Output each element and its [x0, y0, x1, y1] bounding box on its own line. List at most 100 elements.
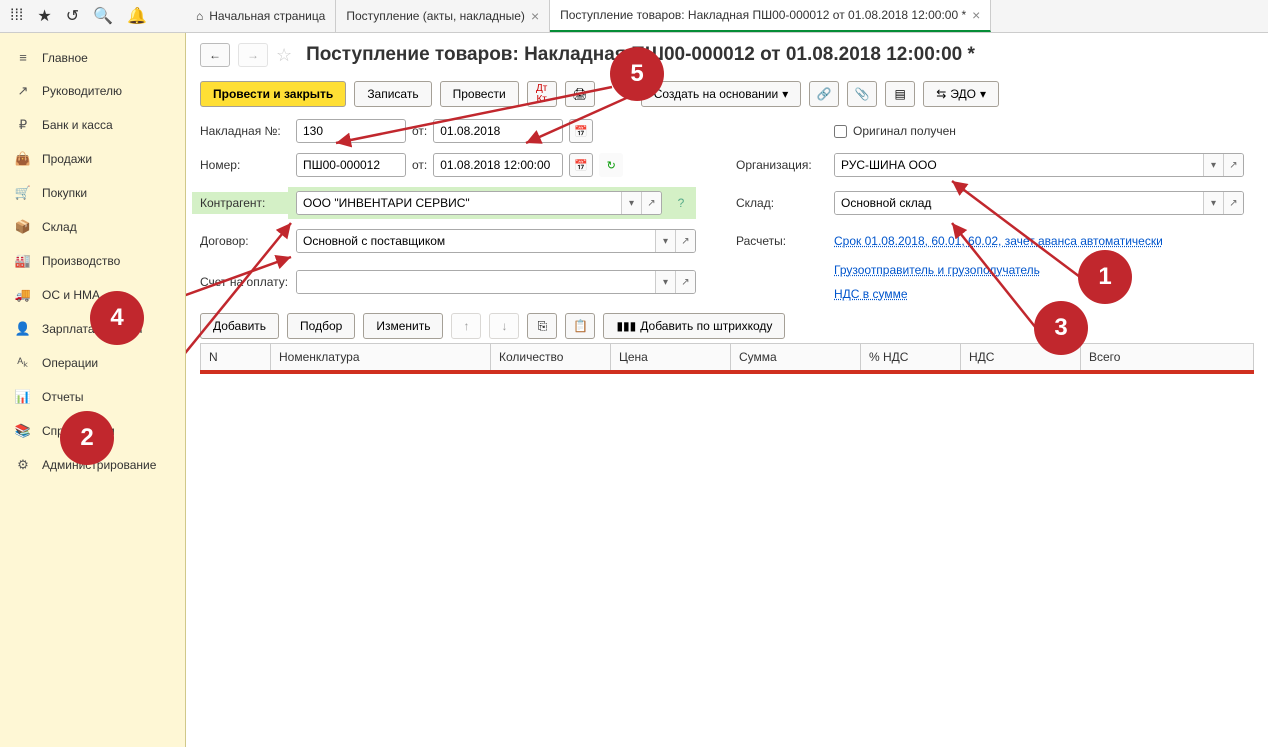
related-button[interactable]: 🔗 [809, 81, 839, 107]
open-icon[interactable]: ↗ [675, 230, 695, 252]
copy-button[interactable]: ⎘ [527, 313, 557, 339]
sidebar-item-sales[interactable]: 👜 Продажи [0, 142, 185, 176]
close-icon[interactable]: × [531, 8, 539, 24]
gear-icon: ⚙ [14, 457, 32, 473]
annotation-3: 3 [1034, 301, 1088, 355]
counterparty-label: Контрагент: [192, 192, 296, 214]
chevron-down-icon[interactable]: ▾ [621, 192, 641, 214]
chevron-down-icon[interactable]: ▾ [1203, 154, 1223, 176]
settlements-link[interactable]: Срок 01.08.2018, 60.01, 60.02, зачет ава… [834, 234, 1244, 248]
bag-icon: 👜 [14, 151, 32, 167]
notifications-icon[interactable]: 🔔 [127, 6, 147, 26]
warehouse-input[interactable] [835, 192, 1203, 214]
col-price[interactable]: Цена [611, 344, 731, 372]
sidebar-label: Банк и касса [42, 118, 113, 132]
cart-icon: 🛒 [14, 185, 32, 201]
col-total[interactable]: Всего [1081, 344, 1254, 372]
number-label: Номер: [200, 158, 296, 172]
number-date-input[interactable] [433, 153, 563, 177]
number-input[interactable] [296, 153, 406, 177]
open-icon[interactable]: ↗ [1223, 154, 1243, 176]
sidebar-item-production[interactable]: 🏭Производство [0, 244, 185, 278]
sidebar-item-operations[interactable]: ᴬₖ Операции [0, 346, 185, 380]
search-icon[interactable]: 🔍 [93, 6, 113, 26]
btn-label: Добавить по штрихкоду [640, 319, 772, 333]
contract-input[interactable] [297, 230, 655, 252]
post-button[interactable]: Провести [440, 81, 519, 107]
ops-icon: ᴬₖ [14, 355, 32, 371]
invoice-no-input[interactable] [296, 119, 406, 143]
org-combo[interactable]: ▾↗ [834, 153, 1244, 177]
move-up-button[interactable]: ↑ [451, 313, 481, 339]
col-sum[interactable]: Сумма [731, 344, 861, 372]
system-icons: ⁞⁞⁞ ★ ↺ 🔍 🔔 [0, 6, 186, 26]
vat-link[interactable]: НДС в сумме [834, 287, 1244, 301]
add-row-button[interactable]: Добавить [200, 313, 279, 339]
chevron-down-icon[interactable]: ▾ [655, 230, 675, 252]
contract-label: Договор: [200, 234, 296, 248]
col-nomenclature[interactable]: Номенклатура [271, 344, 491, 372]
warehouse-combo[interactable]: ▾↗ [834, 191, 1244, 215]
sidebar-label: Главное [42, 51, 88, 65]
col-n[interactable]: N [201, 344, 271, 372]
counterparty-input[interactable] [297, 192, 621, 214]
print-button[interactable]: 🖨 [565, 81, 595, 107]
add-by-barcode-button[interactable]: ▮▮▮Добавить по штрихкоду [603, 313, 785, 339]
refresh-icon[interactable]: ↻ [599, 153, 623, 177]
favorite-toggle-icon[interactable]: ☆ [276, 45, 292, 66]
sidebar-item-bank[interactable]: ₽Банк и касса [0, 108, 185, 142]
from-label: от: [412, 158, 427, 172]
sidebar-item-reports[interactable]: 📊Отчеты [0, 380, 185, 414]
create-based-on-button[interactable]: Создать на основании▾ [641, 81, 802, 107]
open-icon[interactable]: ↗ [675, 271, 695, 293]
sidebar-label: Операции [42, 356, 98, 370]
open-icon[interactable]: ↗ [641, 192, 661, 214]
col-qty[interactable]: Количество [491, 344, 611, 372]
sidebar-label: Покупки [42, 186, 87, 200]
consignor-link[interactable]: Грузоотправитель и грузополучатель [834, 263, 1244, 277]
favorite-icon[interactable]: ★ [37, 6, 51, 26]
sidebar-item-manager[interactable]: ↗Руководителю [0, 74, 185, 108]
invoice-date-input[interactable] [433, 119, 563, 143]
sidebar-label: Продажи [42, 152, 92, 166]
post-and-close-button[interactable]: Провести и закрыть [200, 81, 346, 107]
close-icon[interactable]: × [972, 7, 980, 23]
edo-button[interactable]: ⇆ЭДО▾ [923, 81, 999, 107]
dt-kt-button[interactable]: ДтКт [527, 81, 557, 107]
pick-button[interactable]: Подбор [287, 313, 355, 339]
org-input[interactable] [835, 154, 1203, 176]
calendar-icon[interactable]: 📅 [569, 153, 593, 177]
invoice-pay-input[interactable] [297, 271, 655, 293]
history-icon[interactable]: ↺ [66, 6, 79, 26]
invoice-pay-label: Счет на оплату: [200, 275, 296, 289]
tab-receipts[interactable]: Поступление (акты, накладные) × [336, 0, 550, 32]
chevron-down-icon[interactable]: ▾ [655, 271, 675, 293]
original-received-checkbox[interactable]: Оригинал получен [834, 124, 1244, 138]
move-down-button[interactable]: ↓ [489, 313, 519, 339]
checkbox[interactable] [834, 125, 847, 138]
nav-back-button[interactable]: ← [200, 43, 230, 67]
report-icon: 📊 [14, 389, 32, 405]
tab-current-doc[interactable]: Поступление товаров: Накладная ПШ00-0000… [550, 0, 991, 32]
invoice-pay-combo[interactable]: ▾↗ [296, 270, 696, 294]
sidebar-item-main[interactable]: ≡ Главное [0, 41, 185, 74]
chevron-down-icon[interactable]: ▾ [1203, 192, 1223, 214]
contract-combo[interactable]: ▾↗ [296, 229, 696, 253]
open-icon[interactable]: ↗ [1223, 192, 1243, 214]
edit-row-button[interactable]: Изменить [363, 313, 443, 339]
calendar-icon[interactable]: 📅 [569, 119, 593, 143]
menu-icon: ≡ [14, 50, 32, 65]
invoice-no-label: Накладная №: [200, 124, 296, 138]
col-vat-pct[interactable]: % НДС [861, 344, 961, 372]
list-button[interactable]: ▤ [885, 81, 915, 107]
sidebar-item-warehouse[interactable]: 📦Склад [0, 210, 185, 244]
nav-forward-button[interactable]: → [238, 43, 268, 67]
apps-icon[interactable]: ⁞⁞⁞ [10, 7, 23, 25]
attach-button[interactable]: 📎 [847, 81, 877, 107]
paste-button[interactable]: 📋 [565, 313, 595, 339]
save-button[interactable]: Записать [354, 81, 431, 107]
counterparty-combo[interactable]: ▾↗ [296, 191, 662, 215]
help-icon[interactable]: ? [672, 192, 690, 214]
sidebar-item-purchases[interactable]: 🛒 Покупки [0, 176, 185, 210]
tab-home[interactable]: ⌂ Начальная страница [186, 0, 336, 32]
